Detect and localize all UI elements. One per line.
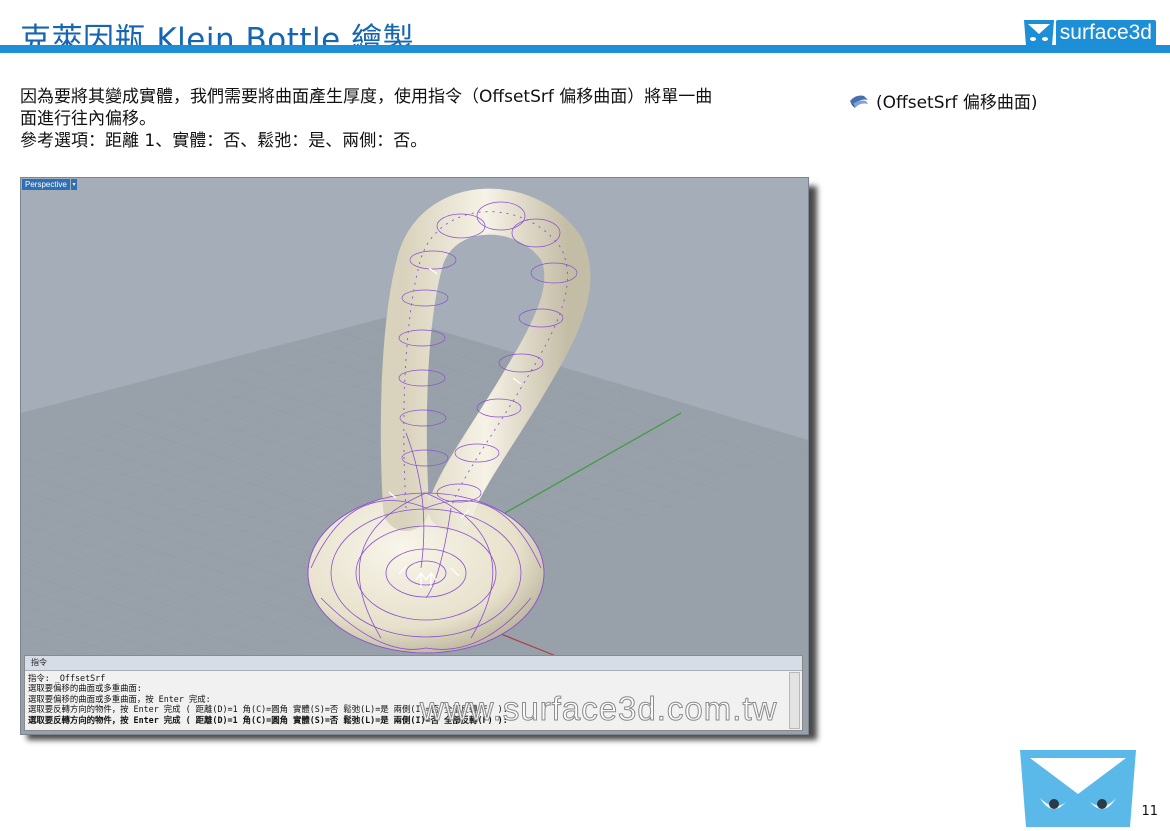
command-history-line: 指令: _OffsetSrf (28, 673, 106, 683)
instruction-line: 面進行往內偏移。 (20, 109, 156, 129)
instruction-line: 參考選項：距離 1、實體：否、鬆弛：是、兩側：否。 (20, 131, 428, 151)
title-underline (0, 45, 1170, 53)
viewport-menu-dropdown[interactable]: ▾ (71, 179, 77, 190)
offset-surface-icon (850, 95, 868, 108)
instruction-line: 因為要將其變成實體，我們需要將曲面產生厚度，使用指令（OffsetSrf 偏移曲… (20, 87, 713, 107)
brand-text: surface3d (1055, 20, 1156, 46)
command-reference: (OffsetSrf 偏移曲面) (848, 88, 1038, 113)
page-number: 11 (1141, 804, 1158, 819)
command-panel-scrollbar[interactable] (789, 672, 800, 729)
instruction-paragraph: 因為要將其變成實體，我們需要將曲面產生厚度，使用指令（OffsetSrf 偏移曲… (20, 86, 820, 152)
viewport-title-tab[interactable]: Perspective (22, 179, 70, 190)
command-panel-header: 指令 (25, 656, 802, 671)
brand-logo: surface3d (1022, 18, 1156, 48)
owl-mascot-logo (1018, 746, 1138, 831)
perspective-viewport[interactable]: Perspective ▾ (20, 177, 809, 735)
watermark-text: www.surface3d.com.tw (419, 690, 778, 728)
owl-mascot-icon (1020, 750, 1136, 827)
scene-3d[interactable] (21, 178, 808, 734)
owl-logo-icon (1023, 20, 1054, 46)
command-reference-label: (OffsetSrf 偏移曲面) (876, 93, 1038, 113)
